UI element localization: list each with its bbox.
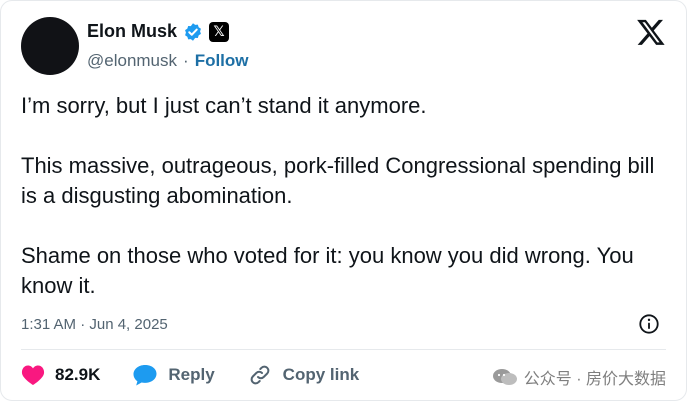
x-badge-icon: 𝕏 [209, 21, 230, 42]
verified-badge-icon [185, 22, 201, 41]
info-icon[interactable] [638, 313, 660, 335]
watermark-text: 公众号 · 房价大数据 [523, 371, 666, 388]
x-logo-icon[interactable] [636, 17, 666, 47]
reply-label: Reply [168, 365, 215, 384]
reply-icon [133, 365, 157, 386]
like-count: 82.9K [55, 365, 101, 384]
tweet-card: Elon Musk 𝕏 @elonmusk · Follow I’m sorry… [0, 0, 687, 401]
action-bar: 82.9K Reply Copy link [21, 363, 391, 387]
separator-dot: · [183, 51, 189, 70]
user-handle[interactable]: @elonmusk [87, 51, 177, 71]
watermark: 公众号 · 房价大数据 [492, 365, 666, 389]
tweet-timestamp[interactable]: 1:31 AM · Jun 4, 2025 [21, 316, 168, 333]
follow-button[interactable]: Follow [195, 51, 249, 71]
reply-button[interactable]: Reply [132, 363, 215, 387]
heart-icon [21, 365, 45, 385]
user-name-row: Elon Musk 𝕏 [87, 21, 230, 42]
avatar[interactable] [21, 17, 79, 75]
wechat-icon [492, 369, 517, 385]
user-name[interactable]: Elon Musk [87, 21, 177, 42]
copy-link-label: Copy link [282, 365, 360, 384]
like-button[interactable]: 82.9K [21, 364, 100, 386]
handle-row: @elonmusk · Follow [87, 51, 249, 71]
link-icon [250, 365, 270, 385]
divider [21, 349, 666, 350]
copy-link-button[interactable]: Copy link [247, 363, 360, 387]
tweet-text: I’m sorry, but I just can’t stand it any… [21, 93, 655, 298]
